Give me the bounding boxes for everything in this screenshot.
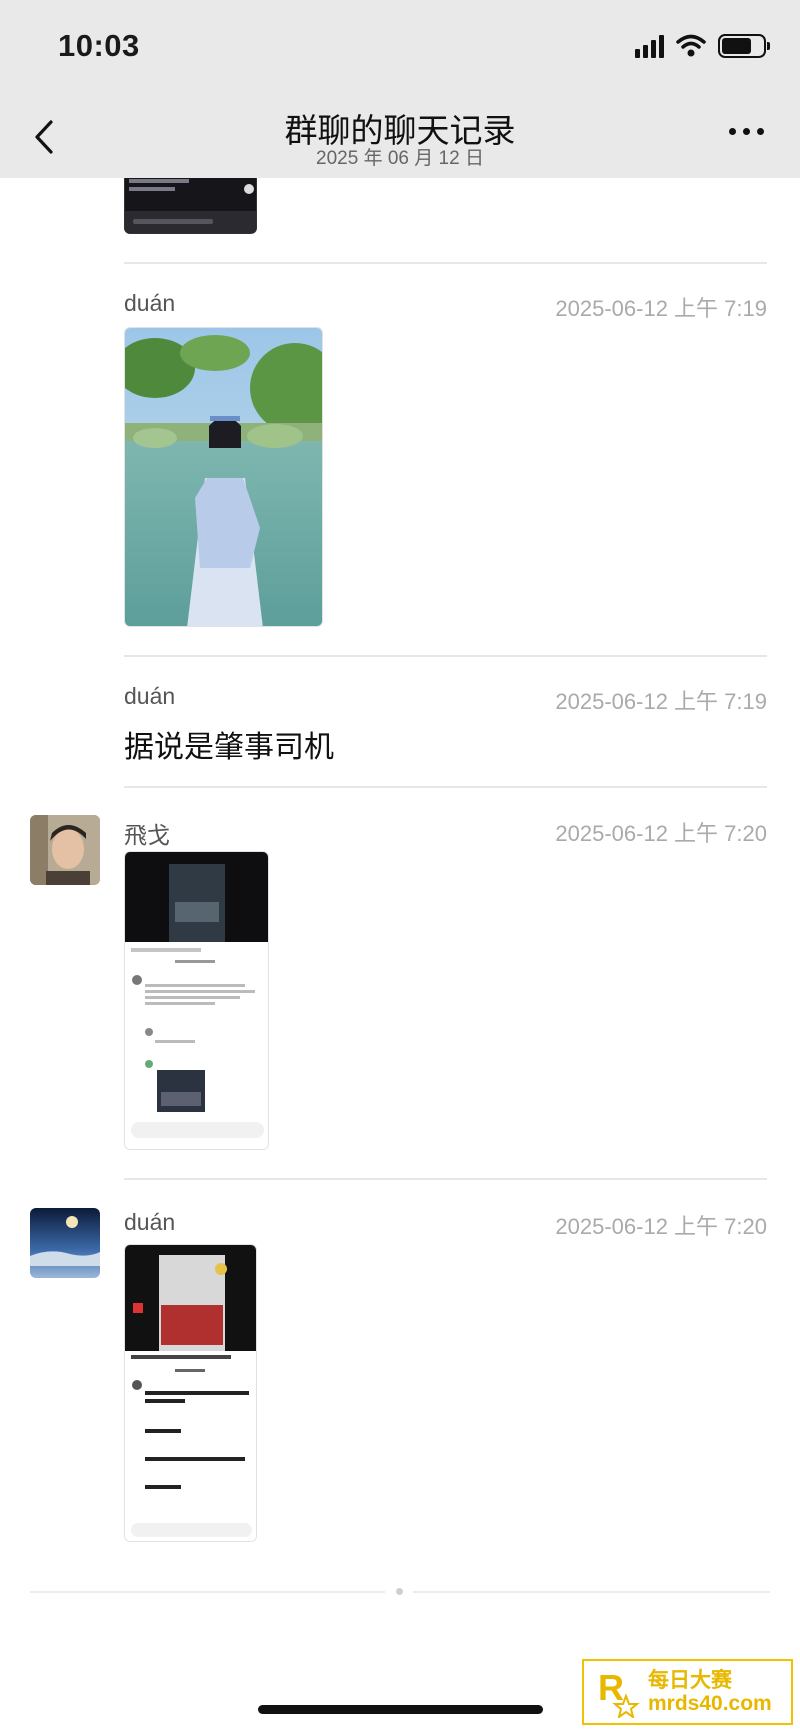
end-separator-dot xyxy=(396,1588,403,1595)
night-sky-avatar-icon xyxy=(30,1208,100,1278)
message-image-screenshot[interactable] xyxy=(124,851,269,1150)
person-avatar-icon xyxy=(30,815,100,885)
message-divider xyxy=(124,786,767,788)
battery-icon xyxy=(718,34,770,58)
cellular-signal-icon xyxy=(635,34,664,58)
message-divider xyxy=(124,1178,767,1180)
more-options-button[interactable] xyxy=(729,128,764,135)
end-separator-left xyxy=(30,1591,385,1593)
avatar[interactable] xyxy=(30,1208,100,1278)
status-icons xyxy=(635,34,770,58)
app-screenshot-icon xyxy=(125,1245,256,1541)
wifi-icon xyxy=(676,34,706,57)
message-time: 2025-06-12 上午 7:19 xyxy=(555,689,767,714)
page-subtitle: 2025 年 06 月 12 日 xyxy=(316,148,484,169)
watermark: R 每日大赛 mrds40.com xyxy=(582,1659,793,1725)
message-divider xyxy=(124,655,767,657)
message-divider xyxy=(124,262,767,264)
message-image-screenshot[interactable] xyxy=(124,1244,257,1542)
message-sender: duán xyxy=(124,1209,176,1235)
svg-text:R: R xyxy=(598,1667,624,1708)
watermark-title: 每日大赛 xyxy=(648,1668,732,1692)
message-sender: duán xyxy=(124,683,176,709)
message-time: 2025-06-12 上午 7:20 xyxy=(555,1214,767,1239)
avatar[interactable] xyxy=(30,815,100,885)
landscape-photo-icon xyxy=(125,328,322,626)
watermark-logo-icon: R xyxy=(598,1667,640,1718)
message-time: 2025-06-12 上午 7:20 xyxy=(555,821,767,846)
message-image-photo[interactable] xyxy=(124,327,323,627)
navigation-header: 10:03 群聊的聊天记录 2025 年 06 月 12 日 xyxy=(0,0,800,178)
watermark-url: mrds40.com xyxy=(648,1692,772,1715)
home-indicator[interactable] xyxy=(258,1705,543,1714)
message-time: 2025-06-12 上午 7:19 xyxy=(555,296,767,321)
message-sender: 飛戈 xyxy=(124,822,170,848)
message-text: 据说是肇事司机 xyxy=(124,731,334,764)
app-screenshot-icon xyxy=(125,852,268,1149)
end-separator-right xyxy=(413,1591,770,1593)
status-time: 10:03 xyxy=(58,28,140,63)
message-sender: duán xyxy=(124,290,176,316)
